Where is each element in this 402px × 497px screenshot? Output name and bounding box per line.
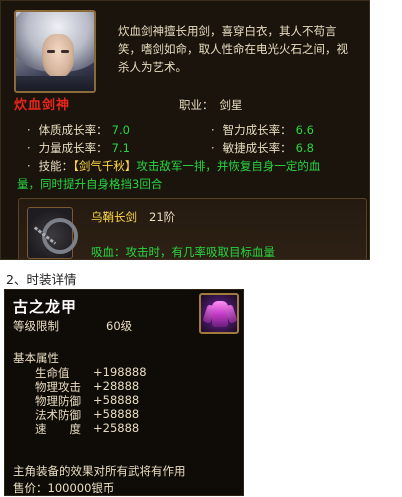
armor-body: [212, 301, 228, 327]
weapon-name-row: 乌鞘长剑 21阶: [91, 209, 175, 225]
character-name: 炊血剑神: [14, 98, 71, 113]
costume-price: 售价：100000银币: [13, 481, 115, 495]
portrait-eye-left: [47, 50, 55, 53]
dragon-armor-icon[interactable]: [199, 293, 239, 334]
attribute-heading: 基本属性: [13, 351, 59, 365]
bullet: ·: [27, 159, 31, 173]
attribute-label: 速 度: [35, 422, 81, 436]
job-value: 剑星: [219, 98, 243, 112]
costume-level-label: 等级限制: [13, 319, 59, 333]
stat-value: 7.1: [111, 141, 130, 155]
description-line: 炊血剑神擅长用剑，喜穿白衣，其人不苟言: [118, 24, 337, 38]
bullet: ·: [27, 141, 31, 155]
portrait-robe: [16, 76, 94, 91]
stat-label: 智力成长率：: [222, 123, 292, 137]
character-card: 炊血剑神擅长用剑，喜穿白衣，其人不苟言 笑，嗜剑如命，取人性命在电光火石之间，视…: [0, 0, 370, 260]
weapon-effect: 吸血：攻击时，有几率吸取目标血量: [91, 245, 275, 259]
job-label: 职业：: [179, 98, 214, 112]
bullet: ·: [27, 123, 31, 137]
weapon-name: 乌鞘长剑: [91, 210, 137, 224]
chain-sword-icon[interactable]: [27, 207, 78, 259]
section-heading: 2、时装详情: [6, 272, 77, 287]
weapon-level: 21阶: [149, 210, 176, 224]
stat-label: 体质成长率：: [38, 123, 108, 137]
portrait-eye-right: [61, 50, 69, 53]
attribute-value: +28888: [93, 379, 140, 393]
stat-value: 6.8: [295, 141, 314, 155]
costume-level-value: 60级: [106, 319, 133, 333]
costume-title: 古之龙甲: [13, 298, 78, 316]
attribute-value: +58888: [93, 393, 140, 407]
description-line: 笑，嗜剑如命，取人性命在电光火石之间，视: [118, 42, 348, 56]
costume-panel: 古之龙甲 等级限制 60级 基本属性 生命值 +198888 物理攻击 +288…: [4, 289, 244, 496]
attribute-value: +58888: [93, 407, 140, 421]
character-job: 职业： 剑星: [179, 97, 243, 113]
stat-label: 敏捷成长率：: [222, 141, 292, 155]
character-description: 炊血剑神擅长用剑，喜穿白衣，其人不苟言 笑，嗜剑如命，取人性命在电光火石之间，视…: [118, 22, 366, 76]
attribute-value: +25888: [93, 421, 140, 435]
skill-effect: 攻击敌军一排，并恢复自身一定的血: [136, 159, 321, 173]
stat-label: 力量成长率：: [38, 141, 108, 155]
description-line: 杀人为艺术。: [118, 60, 187, 74]
weapon-panel: 乌鞘长剑 21阶 吸血：攻击时，有几率吸取目标血量: [18, 198, 367, 259]
skill-description: · 技能：【剑气千秋】攻击敌军一排，并恢复自身一定的血 量，同时提升自身格挡3回合: [17, 157, 367, 193]
portrait-face: [42, 34, 74, 78]
skill-label: 技能：: [38, 159, 74, 173]
skill-effect-continued: 量，同时提升自身格挡3回合: [17, 177, 163, 191]
stat-intelligence: · 智力成长率： 6.6: [211, 122, 314, 138]
skill-name: 【剑气千秋】: [73, 159, 137, 173]
stat-value: 6.6: [295, 123, 314, 137]
stat-value: 7.0: [111, 123, 130, 137]
attribute-value: +198888: [93, 365, 147, 379]
stat-agility: · 敏捷成长率： 6.8: [211, 140, 314, 156]
bullet: ·: [211, 141, 215, 155]
character-portrait[interactable]: [14, 10, 96, 93]
bullet: ·: [211, 123, 215, 137]
stat-strength: · 力量成长率： 7.1: [27, 140, 130, 156]
costume-note: 主角装备的效果对所有武将有作用: [13, 464, 186, 478]
stat-constitution: · 体质成长率： 7.0: [27, 122, 130, 138]
